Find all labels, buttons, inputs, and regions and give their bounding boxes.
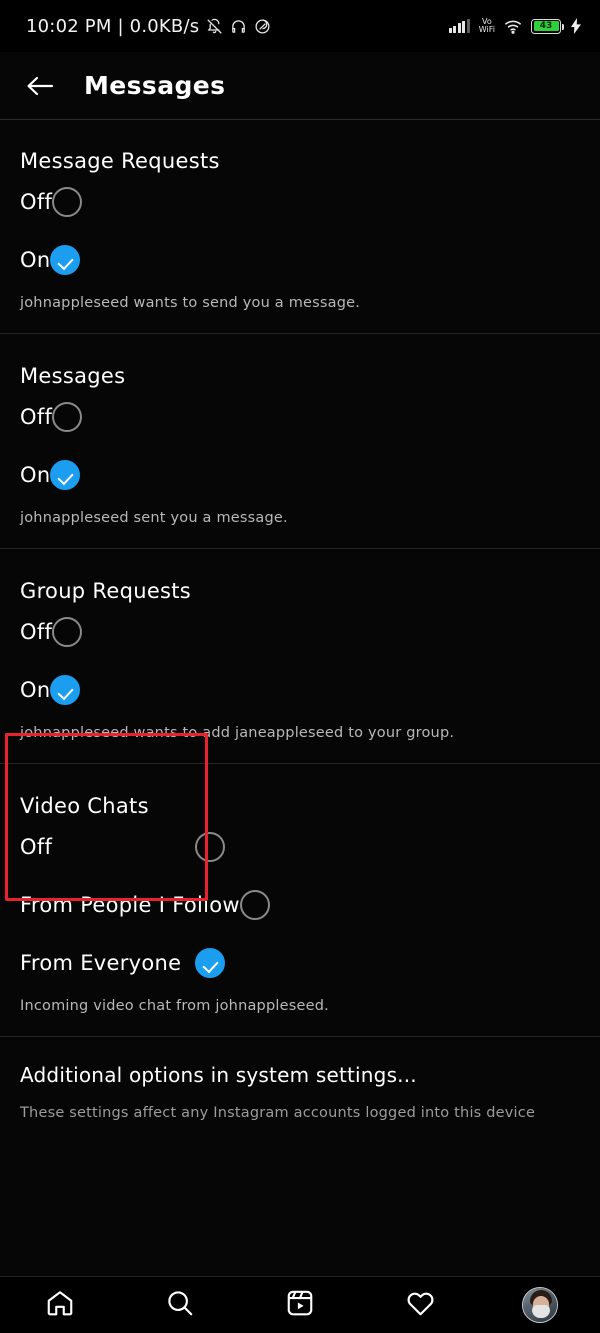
radio-unchecked-icon[interactable] (52, 402, 83, 432)
section-message-requests: Message Requests Off On johnappleseed wa… (0, 121, 600, 333)
section-title: Messages (20, 364, 126, 388)
section-video-chats: Video Chats Off From People I Follow Fro… (0, 763, 600, 1036)
section-title: Group Requests (20, 579, 192, 603)
option-group-requests-on[interactable]: On (20, 661, 81, 719)
radio-unchecked-icon[interactable] (52, 617, 83, 647)
page-title: Messages (84, 71, 226, 100)
profile-avatar-icon (522, 1287, 558, 1323)
radio-checked-icon[interactable] (50, 245, 81, 275)
dnd-icon (254, 18, 271, 35)
option-messages-on[interactable]: On (20, 446, 81, 504)
nav-item-reels[interactable] (264, 1282, 336, 1328)
battery-level: 43 (539, 20, 553, 31)
section-additional-options[interactable]: Additional options in system settings...… (0, 1036, 600, 1121)
option-label: Off (20, 405, 53, 429)
option-label: On (20, 248, 51, 272)
bottom-navigation-bar (0, 1276, 600, 1333)
radio-checked-icon[interactable] (195, 948, 225, 978)
section-description: Incoming video chat from johnappleseed. (20, 998, 329, 1014)
radio-checked-icon[interactable] (50, 675, 81, 705)
option-label: Off (20, 620, 53, 644)
option-messages-off[interactable]: Off (20, 388, 83, 446)
additional-options-title[interactable]: Additional options in system settings... (20, 1037, 600, 1087)
status-bar: 10:02 PM | 0.0KB/s Vo WiFi 43 (0, 0, 600, 52)
nav-item-profile[interactable] (504, 1282, 576, 1328)
option-label: Off (20, 835, 53, 859)
option-video-chats-from-people-i-follow[interactable]: From People I Follow (20, 876, 600, 934)
option-label: Off (20, 190, 53, 214)
section-messages: Messages Off On johnappleseed sent you a… (0, 333, 600, 548)
heart-icon (405, 1288, 436, 1323)
nav-item-activity[interactable] (384, 1282, 456, 1328)
option-message-requests-on[interactable]: On (20, 231, 81, 289)
additional-options-description: These settings affect any Instagram acco… (20, 1105, 536, 1121)
battery-icon: 43 (531, 18, 565, 34)
status-bar-left: 10:02 PM | 0.0KB/s (26, 16, 271, 37)
home-icon (45, 1288, 75, 1322)
reels-icon (285, 1288, 315, 1322)
option-label: On (20, 463, 51, 487)
headphones-icon (230, 18, 247, 35)
volte-wifi-icon: Vo WiFi (478, 17, 495, 35)
status-time: 10:02 PM | 0.0KB/s (26, 15, 200, 37)
search-icon (165, 1288, 195, 1322)
wifi-icon (504, 19, 522, 34)
option-label: From Everyone (20, 951, 182, 975)
option-label: From People I Follow (20, 893, 240, 917)
section-group-requests: Group Requests Off On johnappleseed want… (0, 548, 600, 763)
section-title: Message Requests (20, 149, 220, 173)
option-video-chats-off[interactable]: Off (20, 818, 600, 876)
settings-content: Message Requests Off On johnappleseed wa… (0, 121, 600, 1276)
signal-bars-icon (448, 19, 470, 33)
section-description: johnappleseed sent you a message. (20, 510, 288, 526)
option-message-requests-off[interactable]: Off (20, 173, 83, 231)
charging-bolt-icon (570, 18, 582, 34)
app-header: Messages (0, 52, 600, 120)
option-label: On (20, 678, 51, 702)
radio-unchecked-icon[interactable] (52, 187, 83, 217)
bell-muted-icon (206, 18, 223, 35)
section-description: johnappleseed wants to add janeappleseed… (20, 725, 455, 741)
section-description: johnappleseed wants to send you a messag… (20, 295, 361, 311)
radio-checked-icon[interactable] (50, 460, 81, 490)
radio-unchecked-icon[interactable] (195, 832, 225, 862)
app-root: 10:02 PM | 0.0KB/s Vo WiFi 43 Messages M… (0, 0, 600, 1333)
nav-item-search[interactable] (144, 1282, 216, 1328)
radio-unchecked-icon[interactable] (239, 890, 270, 920)
option-group-requests-off[interactable]: Off (20, 603, 83, 661)
volte-line2: WiFi (478, 25, 495, 34)
section-title: Video Chats (20, 794, 149, 818)
option-video-chats-from-everyone[interactable]: From Everyone (20, 934, 600, 992)
nav-item-home[interactable] (24, 1282, 96, 1328)
status-bar-right: Vo WiFi 43 (448, 17, 582, 35)
back-arrow-icon[interactable] (22, 71, 58, 101)
